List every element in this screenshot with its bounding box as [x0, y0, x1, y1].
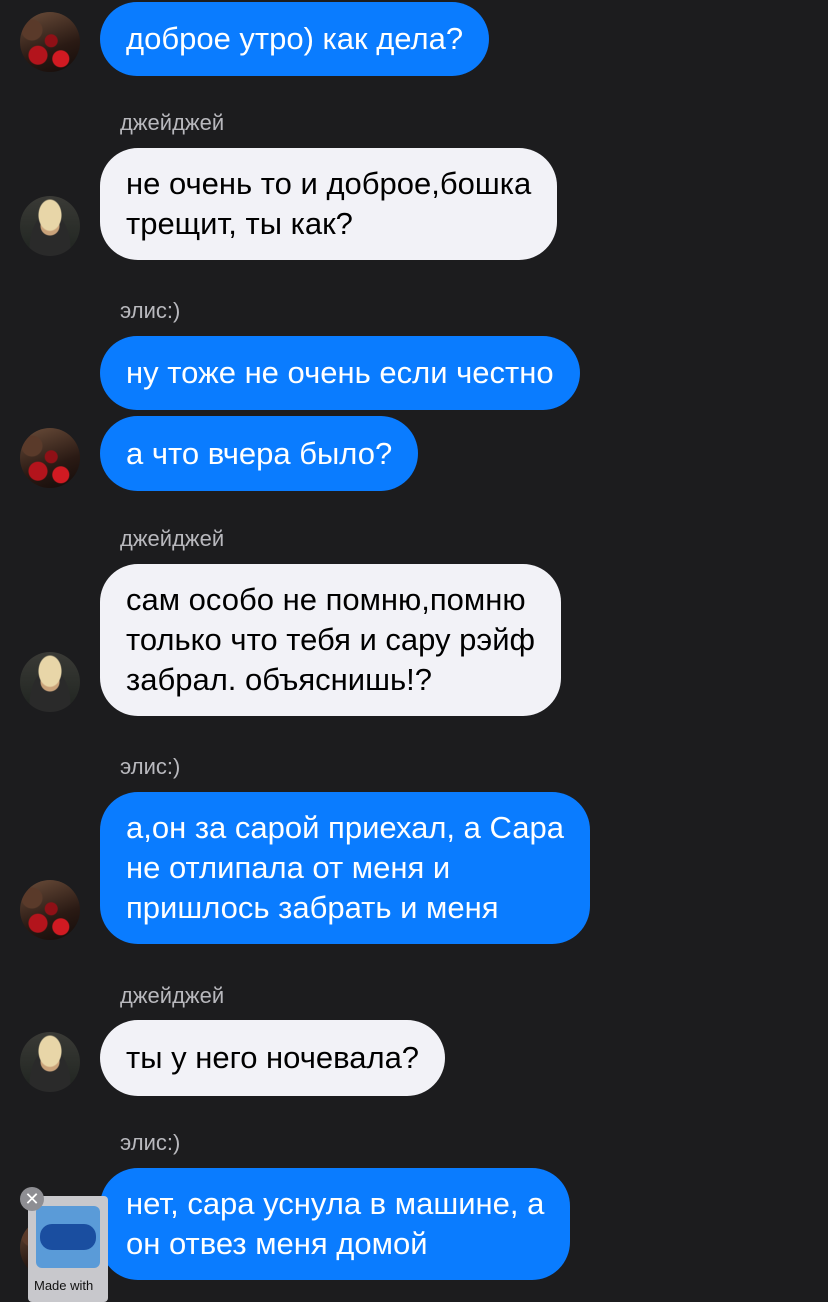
message-text: ты у него ночевала? — [126, 1040, 420, 1075]
sender-name: джейджей — [120, 526, 225, 551]
avatar — [20, 428, 80, 488]
avatar — [20, 652, 80, 712]
watermark-overlay[interactable]: Made with — [28, 1196, 108, 1302]
message-bubble-incoming[interactable]: не очень то и доброе,бошка трещит, ты ка… — [100, 148, 558, 260]
message-text: доброе утро) как дела? — [126, 21, 464, 56]
sender-name: джейджей — [120, 110, 225, 135]
avatar — [20, 196, 80, 256]
message-bubble-outgoing[interactable]: а что вчера было? — [100, 416, 419, 491]
message-text: трещит, ты как? — [126, 206, 353, 241]
sender-name: элис:) — [120, 298, 181, 323]
watermark-text: Made with — [34, 1278, 94, 1293]
close-icon[interactable]: ✕ — [20, 1187, 44, 1211]
avatar — [20, 880, 80, 940]
sender-name: элис:) — [120, 754, 181, 779]
message-text: а,он за сарой приехал, а Сара — [126, 810, 564, 845]
message-bubble-outgoing[interactable]: а,он за сарой приехал, а Сара не отлипал… — [100, 792, 590, 944]
message-text: нет, сара уснула в машине, а — [126, 1186, 545, 1221]
message-bubble-outgoing[interactable]: ну тоже не очень если честно — [100, 336, 580, 410]
chat-transcript: доброе утро) как дела? джейджей не очень… — [0, 0, 828, 1302]
app-logo-icon — [36, 1206, 100, 1268]
message-text: не очень то и доброе,бошка — [126, 166, 532, 201]
message-bubble-outgoing[interactable]: доброе утро) как дела? — [100, 2, 490, 76]
message-text: забрал. объяснишь!? — [126, 662, 432, 697]
message-text: а что вчера было? — [126, 435, 393, 471]
message-bubble-incoming[interactable]: ты у него ночевала? — [100, 1020, 446, 1096]
message-text: пришлось забрать и меня — [126, 890, 499, 925]
sender-name: джейджей — [120, 983, 225, 1008]
message-bubble-outgoing[interactable]: нет, сара уснула в машине, а он отвез ме… — [100, 1168, 571, 1280]
message-text: ну тоже не очень если честно — [126, 355, 554, 390]
message-text: он отвез меня домой — [126, 1226, 428, 1261]
avatar — [20, 12, 80, 72]
message-text: только что тебя и сару рэйф — [126, 622, 536, 657]
message-text: не отлипала от меня и — [126, 850, 451, 885]
avatar — [20, 1032, 80, 1092]
message-bubble-incoming[interactable]: сам особо не помню,помню только что тебя… — [100, 564, 562, 716]
message-text: сам особо не помню,помню — [126, 582, 526, 617]
sender-name: элис:) — [120, 1130, 181, 1155]
